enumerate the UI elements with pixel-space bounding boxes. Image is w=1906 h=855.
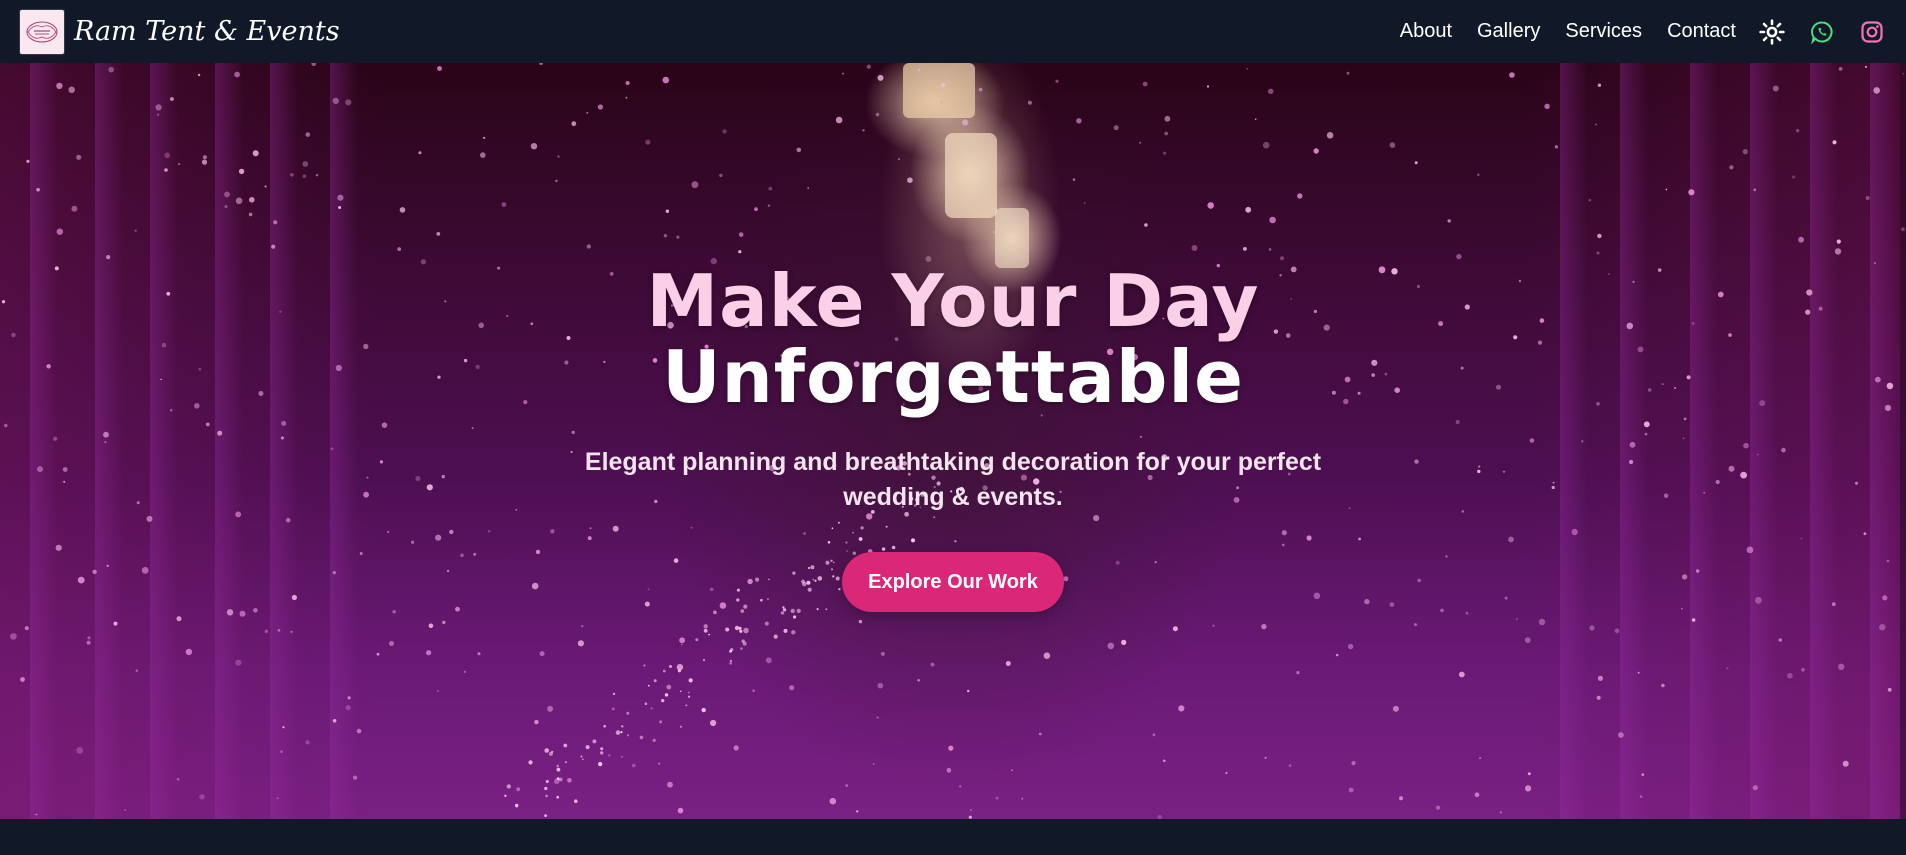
hero-content: Make Your Day Unforgettable Elegant plan… [0,63,1906,819]
sun-icon [1759,18,1785,45]
brand-name[interactable]: Ram Tent & Events [74,16,340,47]
hero-title-line1: Make Your Day [646,259,1260,343]
navbar: Ram Tent & Events About Gallery Services… [0,0,1906,63]
hero-subtitle: Elegant planning and breathtaking decora… [584,448,1322,511]
nav-links: About Gallery Services Contact [1375,18,1886,46]
hero-section: Make Your Day Unforgettable Elegant plan… [0,63,1906,819]
instagram-button[interactable] [1858,18,1886,46]
theme-toggle-button[interactable] [1758,18,1786,46]
hero-title-line2: Unforgettable [662,335,1244,419]
brand-logo[interactable] [20,9,64,54]
whatsapp-icon [1811,20,1833,44]
next-section-edge [0,819,1906,855]
nav-link-gallery[interactable]: Gallery [1477,20,1540,43]
nav-link-about[interactable]: About [1400,20,1452,43]
nav-link-contact[interactable]: Contact [1667,20,1736,43]
instagram-icon [1861,20,1883,43]
page-scrollbar[interactable] [1900,63,1906,819]
ornamental-logo-icon [26,21,58,42]
nav-link-services[interactable]: Services [1565,20,1642,43]
explore-work-button[interactable]: Explore Our Work [842,552,1064,612]
brand[interactable]: Ram Tent & Events [20,9,340,54]
whatsapp-button[interactable] [1808,18,1836,46]
